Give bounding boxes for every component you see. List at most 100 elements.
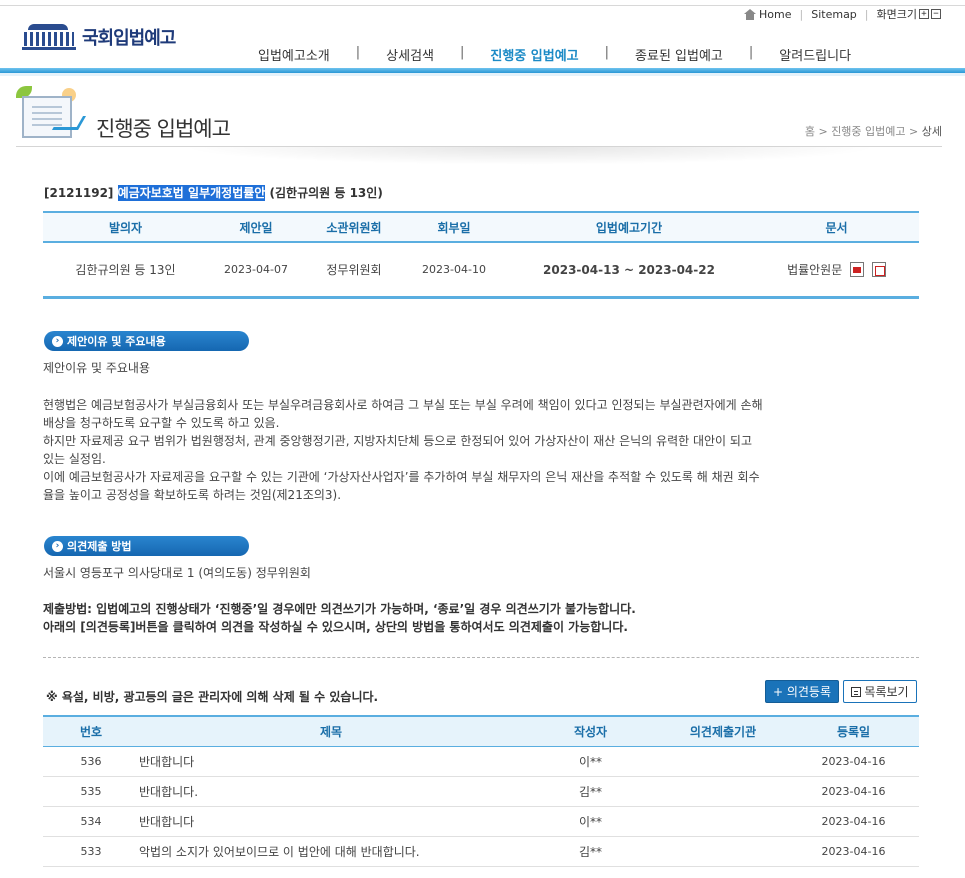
col-proposer: 발의자	[108, 220, 143, 235]
nav-separator: |	[460, 45, 465, 60]
document-label: 법률안원문	[787, 263, 843, 277]
table-row[interactable]: 535 반대합니다. 김** 2023-04-16	[43, 777, 919, 807]
row-number: 534	[80, 815, 102, 828]
zoom-label: 화면크기	[876, 8, 917, 21]
breadcrumb-separator: >	[909, 125, 919, 138]
col-proposed-date: 제안일	[239, 220, 273, 235]
col-period: 입법예고기간	[595, 220, 663, 235]
col-referral-date: 회부일	[437, 220, 471, 235]
col-committee: 소관위원회	[326, 220, 382, 235]
page-title-icon	[16, 86, 88, 142]
reason-line: 배상을 청구하도록 요구할 수 있도록 하고 있음.	[43, 416, 280, 430]
opinion-table: 번호 제목 작성자 의견제출기관 등록일 536 반대합니다 이** 2023-…	[43, 715, 919, 867]
list-view-label: 목록보기	[864, 685, 909, 699]
nav-item-notice[interactable]: 알려드립니다	[779, 45, 851, 64]
dashed-divider	[43, 657, 919, 658]
header-band-shadow	[0, 73, 965, 76]
list-icon	[851, 686, 862, 697]
nav-item-closed[interactable]: 종료된 입법예고	[635, 45, 723, 64]
row-number: 536	[80, 755, 102, 768]
reason-subtitle: 제안이유 및 주요내용	[43, 361, 150, 375]
row-date: 2023-04-16	[821, 815, 886, 828]
row-title[interactable]: 반대합니다	[139, 813, 523, 830]
table-row[interactable]: 534 반대합니다 이** 2023-04-16	[43, 807, 919, 837]
reason-line: 이에 예금보험공사가 자료제공을 요구할 수 있는 기관에 ‘가상자산사업자’를…	[43, 470, 760, 484]
proposed-date-cell: 2023-04-07	[224, 263, 288, 276]
breadcrumb-ongoing[interactable]: 진행중 입법예고	[831, 125, 905, 138]
row-number: 535	[80, 785, 102, 798]
bill-info-table: 발의자 제안일 소관위원회 회부일 입법예고기간 문서 김한규의원 등 13인 …	[43, 211, 919, 299]
national-assembly-logo-icon	[22, 24, 76, 50]
row-title[interactable]: 반대합니다	[139, 753, 523, 770]
section-title: 제안이유 및 주요내용	[67, 335, 166, 348]
referral-date-cell: 2023-04-10	[422, 263, 486, 276]
nav-item-detail-search[interactable]: 상세검색	[386, 45, 434, 64]
row-date: 2023-04-16	[821, 755, 886, 768]
table-row[interactable]: 533 악법의 소지가 있어보이므로 이 법안에 대해 반대합니다. 김** 2…	[43, 837, 919, 867]
col-document: 문서	[825, 220, 848, 235]
row-date: 2023-04-16	[821, 785, 886, 798]
section-header-reason: › 제안이유 및 주요내용	[44, 331, 249, 351]
row-title[interactable]: 반대합니다.	[139, 783, 523, 800]
main-navigation: 입법예고소개 | 상세검색 | 진행중 입법예고 | 종료된 입법예고 | 알려…	[258, 45, 851, 64]
util-separator: |	[799, 7, 804, 21]
reason-line: 하지만 자료제공 요구 범위가 법원행정처, 관계 중앙행정기관, 지방자치단체…	[43, 434, 752, 448]
nav-item-intro[interactable]: 입법예고소개	[258, 45, 330, 64]
bill-number: [2121192]	[44, 186, 114, 200]
submission-address: 서울시 영등포구 의사당대로 1 (여의도동) 정무위원회	[43, 566, 311, 580]
row-number: 533	[80, 845, 102, 858]
home-icon[interactable]	[744, 8, 757, 20]
col-org: 의견제출기관	[689, 725, 757, 739]
submission-note-1: 제출방법: 입법예고의 진행상태가 ‘진행중’일 경우에만 의견쓰기가 가능하며…	[43, 602, 636, 616]
pdf-file-icon[interactable]	[871, 262, 886, 277]
row-date: 2023-04-16	[821, 845, 886, 858]
table-row: 김한규의원 등 13인 2023-04-07 정무위원회 2023-04-10 …	[43, 243, 919, 296]
nav-separator: |	[748, 45, 754, 60]
site-logo[interactable]: 국회입법예고	[22, 24, 176, 50]
section-title: 의견제출 방법	[67, 540, 132, 553]
moderation-warning: ※ 욕설, 비방, 광고등의 글은 관리자에 의해 삭제 될 수 있습니다.	[46, 690, 379, 704]
col-date: 등록일	[836, 725, 871, 739]
zoom-out-button[interactable]: −	[931, 9, 941, 19]
reason-body: 현행법은 예금보험공사가 부실금융회사 또는 부실우려금융회사로 하여금 그 부…	[43, 396, 893, 504]
util-separator: |	[864, 7, 869, 21]
table-header: 번호 제목 작성자 의견제출기관 등록일	[43, 717, 919, 747]
section-header-method: › 의견제출 방법	[44, 536, 249, 556]
nav-separator: |	[355, 45, 361, 60]
breadcrumb-home[interactable]: 홈	[805, 125, 815, 138]
bill-proposer: (김한규의원 등 13인)	[269, 186, 383, 200]
period-cell: 2023-04-13 ~ 2023-04-22	[543, 262, 715, 277]
committee-cell: 정무위원회	[326, 263, 382, 277]
sitemap-link[interactable]: Sitemap	[811, 8, 857, 21]
bill-name: 예금자보호법 일부개정법률안	[117, 185, 266, 201]
col-author: 작성자	[573, 725, 608, 739]
logo-text: 국회입법예고	[82, 28, 176, 49]
list-view-button[interactable]: 목록보기	[843, 680, 917, 703]
chevron-right-icon: ›	[52, 540, 63, 552]
home-link[interactable]: Home	[759, 8, 791, 21]
breadcrumb: 홈 > 진행중 입법예고 > 상세	[805, 123, 942, 139]
table-row[interactable]: 536 반대합니다 이** 2023-04-16	[43, 747, 919, 777]
submission-note-2: 아래의 [의견등록]버튼을 클릭하여 의견을 작성하실 수 있으시며, 상단의 …	[43, 620, 628, 634]
col-number: 번호	[79, 725, 103, 739]
reason-line: 율을 높이고 공정성을 확보하도록 하려는 것임(제21조의3).	[43, 488, 342, 502]
table-header: 발의자 제안일 소관위원회 회부일 입법예고기간 문서	[43, 213, 919, 243]
title-shadow	[180, 147, 880, 165]
reason-line: 있는 실정임.	[43, 452, 106, 466]
row-title[interactable]: 악법의 소지가 있어보이므로 이 법안에 대해 반대합니다.	[139, 843, 523, 860]
reason-line: 현행법은 예금보험공사가 부실금융회사 또는 부실우려금융회사로 하여금 그 부…	[43, 398, 763, 412]
breadcrumb-separator: >	[818, 125, 828, 138]
row-author: 김**	[578, 785, 603, 799]
col-title: 제목	[319, 725, 343, 739]
document-cell: 법률안원문	[754, 261, 919, 278]
hwp-file-icon[interactable]	[850, 262, 865, 277]
zoom-in-button[interactable]: +	[919, 9, 929, 19]
nav-separator: |	[604, 45, 610, 60]
row-author: 이**	[578, 815, 603, 829]
bill-heading: [2121192] 예금자보호법 일부개정법률안 (김한규의원 등 13인)	[44, 184, 383, 201]
add-opinion-button[interactable]: + 의견등록	[765, 680, 839, 703]
page-title: 진행중 입법예고	[96, 117, 231, 141]
proposer-cell: 김한규의원 등 13인	[75, 263, 176, 277]
chevron-right-icon: ›	[52, 335, 63, 347]
nav-item-ongoing[interactable]: 진행중 입법예고	[490, 45, 578, 64]
